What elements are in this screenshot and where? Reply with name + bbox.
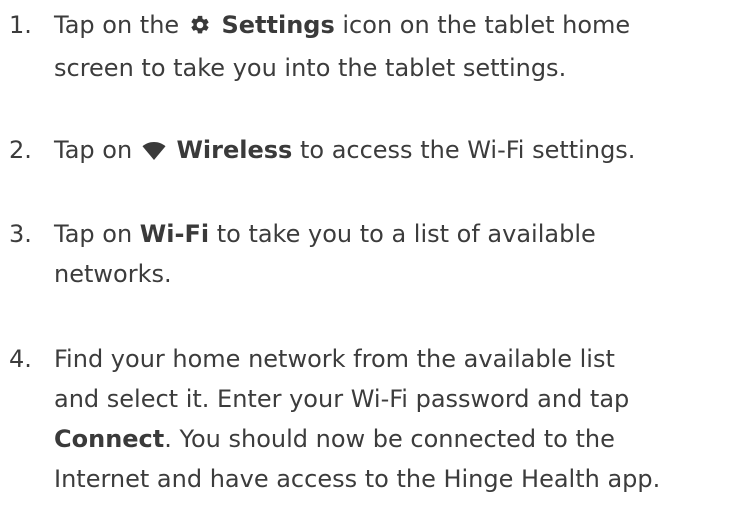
gear-icon-svg	[191, 15, 209, 34]
wifi-icon	[142, 133, 166, 173]
step-line: Find your home network from the availabl…	[54, 345, 615, 373]
step-keyword: Wi-Fi	[139, 220, 210, 248]
step-number: 3.	[9, 220, 32, 248]
step-number: 4.	[9, 345, 32, 373]
step-keyword: Wireless	[176, 136, 293, 164]
instruction-list: 1. Tap on the Settings icon on the table…	[0, 0, 744, 518]
step-text-segment: to take you to a list of available	[216, 220, 596, 248]
step-line: Tap on Wireless to access the Wi-Fi sett…	[54, 130, 635, 173]
step-text-segment: . You should now be connected to the	[164, 425, 615, 453]
step-line: screen to take you into the tablet setti…	[54, 54, 567, 82]
step-text-segment: Tap on	[54, 136, 133, 164]
gear-icon	[189, 8, 211, 48]
step-text-segment: Tap on	[54, 220, 133, 248]
step-keyword: Connect	[54, 425, 165, 453]
step-line: and select it. Enter your Wi-Fi password…	[54, 385, 630, 413]
step-text-segment: Tap on the	[54, 11, 180, 39]
step-text-segment: to access the Wi-Fi settings.	[299, 136, 636, 164]
step-text: Tap on Wi-Fi to take you to a list of av…	[54, 214, 596, 294]
step-line: Tap on the Settings icon on the tablet h…	[54, 5, 630, 48]
step-text-segment: icon on the tablet home	[342, 11, 631, 39]
step-text: Find your home network from the availabl…	[54, 339, 660, 499]
step-text: Tap on Wireless to access the Wi-Fi sett…	[54, 130, 635, 173]
step-line: Tap on Wi-Fi to take you to a list of av…	[54, 214, 596, 254]
step-line: Connect. You should now be connected to …	[54, 419, 660, 459]
step-keyword: Settings	[221, 11, 335, 39]
step-line: networks.	[54, 260, 172, 288]
step-number: 2.	[9, 136, 32, 164]
wifi-icon-svg	[142, 142, 166, 160]
step-number: 1.	[9, 11, 32, 39]
step-text: Tap on the Settings icon on the tablet h…	[54, 5, 630, 88]
step-line: Internet and have access to the Hinge He…	[54, 465, 661, 493]
